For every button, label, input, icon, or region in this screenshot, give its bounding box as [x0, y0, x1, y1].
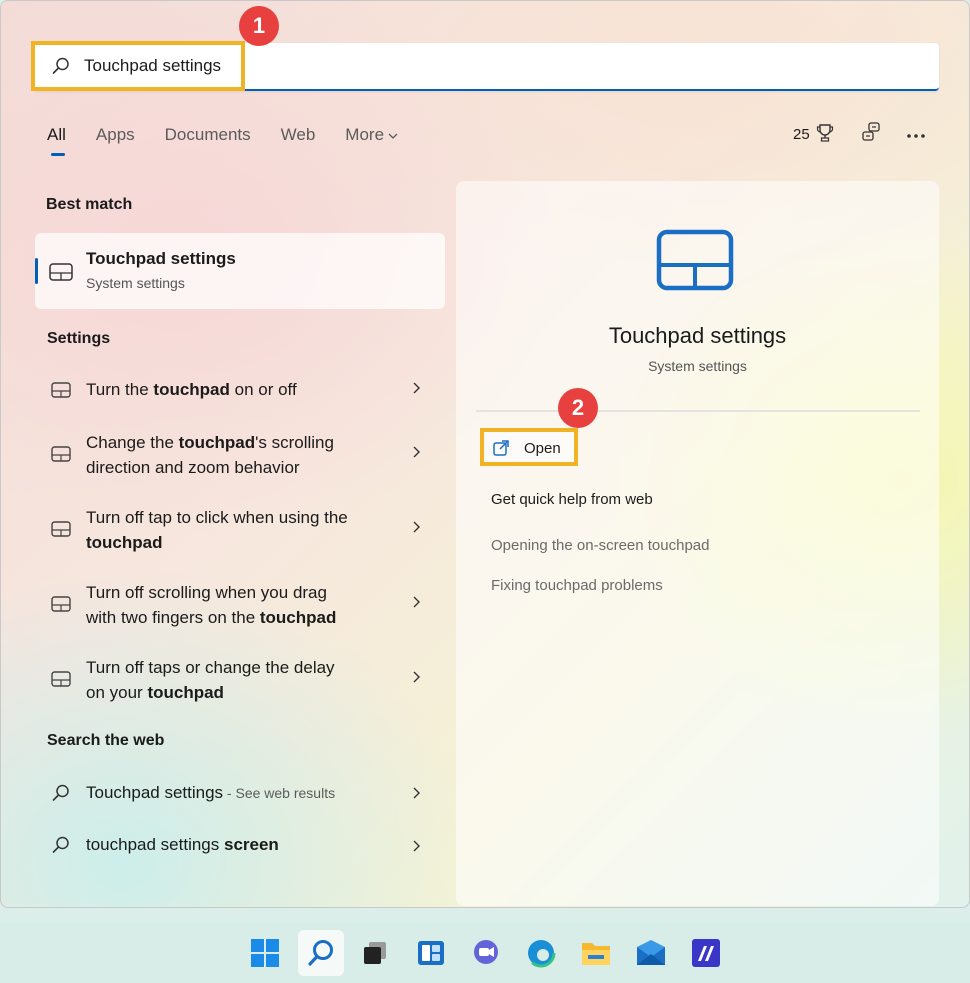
search-box[interactable]: Touchpad settings: [33, 43, 939, 91]
search-input[interactable]: Touchpad settings: [84, 56, 221, 76]
open-button[interactable]: Open: [486, 433, 574, 463]
touchpad-icon: [656, 229, 734, 296]
web-result-label: Touchpad settings - See web results: [86, 783, 336, 802]
search-icon: [51, 835, 73, 853]
more-options-icon[interactable]: [906, 126, 926, 144]
help-heading: Get quick help from web: [491, 491, 653, 508]
tab-all[interactable]: All: [47, 125, 66, 156]
open-button-label: Open: [524, 439, 561, 457]
web-result-label: touchpad settings screen: [86, 835, 279, 854]
taskbar: [0, 922, 970, 983]
search-web-heading: Search the web: [47, 732, 165, 749]
start-search-panel: Touchpad settings 1 All Apps Documents W…: [0, 0, 970, 908]
settings-item-label: Turn off tap to click when using the touc…: [86, 508, 348, 552]
chevron-right-icon: [411, 837, 421, 858]
best-match-heading: Best match: [46, 196, 133, 213]
touchpad-icon: [51, 521, 73, 537]
chevron-right-icon: [411, 379, 421, 400]
file-explorer-icon[interactable]: [573, 930, 619, 976]
touchpad-icon: [49, 263, 73, 286]
widgets-icon[interactable]: [408, 930, 454, 976]
trophy-icon: [816, 123, 834, 147]
touchpad-icon: [51, 446, 73, 462]
touchpad-icon: [51, 671, 73, 687]
settings-item-label: Turn off scrolling when you drag with two…: [86, 583, 337, 627]
tab-more[interactable]: More: [345, 125, 398, 145]
app-icon[interactable]: [683, 930, 729, 976]
teams-chat-icon[interactable]: [463, 930, 509, 976]
best-match-result[interactable]: Touchpad settings System settings: [35, 233, 445, 309]
chevron-right-icon: [411, 518, 421, 539]
detail-pane: Touchpad settings System settings Open G…: [456, 181, 939, 906]
step-badge-2: 2: [558, 388, 598, 428]
mail-icon[interactable]: [628, 930, 674, 976]
settings-heading: Settings: [47, 330, 111, 347]
chevron-right-icon: [411, 784, 421, 805]
selection-accent: [35, 258, 38, 284]
help-link-fixing-touchpad[interactable]: Fixing touchpad problems: [491, 577, 663, 594]
task-view-icon[interactable]: [352, 930, 398, 976]
best-match-title: Touchpad settings: [86, 249, 236, 268]
step-badge-1: 1: [239, 6, 279, 46]
open-external-icon: [492, 439, 510, 457]
tab-apps[interactable]: Apps: [96, 125, 135, 145]
tab-web[interactable]: Web: [281, 125, 316, 145]
chevron-right-icon: [411, 668, 421, 689]
settings-item-label: Change the touchpad's scrolling direction…: [86, 433, 334, 477]
search-icon: [51, 56, 71, 76]
detail-subtitle: System settings: [648, 358, 747, 374]
detail-title: Touchpad settings: [608, 323, 787, 348]
windows-start-icon[interactable]: [242, 930, 288, 976]
chevron-down-icon: [388, 129, 398, 143]
filter-tabs: All Apps Documents Web More: [47, 125, 428, 156]
settings-item-label: Turn off taps or change the delay on your…: [86, 658, 335, 702]
rewards-points[interactable]: 25: [793, 123, 834, 147]
divider: [476, 410, 920, 412]
settings-item-label: Turn the touchpad on or off: [86, 380, 297, 399]
chevron-right-icon: [411, 593, 421, 614]
edge-icon[interactable]: [518, 930, 564, 976]
search-icon[interactable]: [298, 930, 344, 976]
tab-more-label: More: [345, 125, 385, 144]
touchpad-icon: [51, 382, 73, 398]
points-count: 25: [793, 126, 810, 143]
network-icon[interactable]: [860, 121, 882, 148]
tab-documents[interactable]: Documents: [165, 125, 251, 145]
chevron-right-icon: [411, 443, 421, 464]
touchpad-icon: [51, 596, 73, 612]
search-icon: [51, 783, 73, 801]
best-match-subtitle: System settings: [86, 275, 185, 291]
help-link-onscreen-touchpad[interactable]: Opening the on-screen touchpad: [491, 537, 710, 554]
top-right-toolbar: 25: [793, 121, 926, 148]
